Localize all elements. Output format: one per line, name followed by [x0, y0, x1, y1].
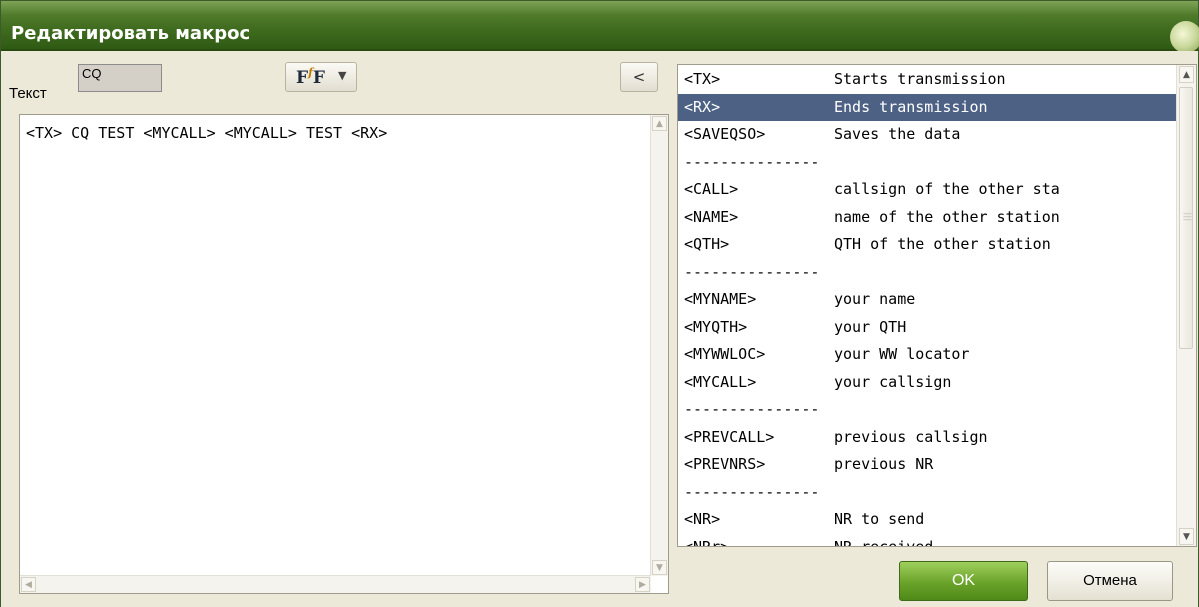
dialog-title: Редактировать макрос [11, 23, 251, 44]
list-item-tag: <MYCALL> [684, 372, 757, 391]
list-item[interactable]: <RX> Ends transmission [678, 93, 1178, 121]
list-item-tag: <NR> [684, 510, 721, 528]
scroll-up-icon[interactable]: ▲ [652, 116, 667, 131]
list-item[interactable]: <MYQTH> your QTH [678, 314, 1178, 342]
list-item-description: previous NR [834, 455, 934, 473]
list-item[interactable]: --------------- [678, 149, 1178, 177]
list-item[interactable]: <NR> NR to send [678, 506, 1178, 534]
list-item-tag: <RX> [684, 97, 721, 116]
grip-icon: — — — [1183, 209, 1192, 225]
list-item-tag: <PREVNRS> [684, 455, 766, 473]
list-item[interactable]: <TX> Starts transmission [678, 66, 1178, 94]
scroll-up-icon[interactable]: ▲ [1179, 66, 1194, 83]
list-item-description: your QTH [834, 317, 907, 336]
ok-button[interactable]: OK [899, 561, 1028, 601]
list-item[interactable]: <SAVEQSO> Saves the data [678, 121, 1178, 149]
macro-tag-list[interactable]: <TX> Starts transmission <RX> Ends transmis… [677, 64, 1197, 547]
list-item-tag: --------------- [684, 152, 820, 171]
font-style-button[interactable]: FfF ▼ [285, 62, 357, 92]
list-item-tag: <NRr> [684, 537, 730, 547]
font-style-icon: FfF [296, 66, 325, 88]
list-item[interactable]: <PREVNRS> previous NR [678, 451, 1178, 479]
list-item[interactable]: <NAME> name of the other station [678, 204, 1178, 232]
list-item-tag: <PREVCALL> [684, 427, 775, 446]
list-item[interactable]: --------------- [678, 479, 1178, 507]
list-item-description: your callsign [834, 372, 952, 391]
list-item-tag: <MYQTH> [684, 317, 748, 336]
scroll-down-icon[interactable]: ▼ [1179, 528, 1194, 545]
list-item[interactable]: <MYWWLOC> your WW locator [678, 341, 1178, 369]
chevron-down-icon: ▼ [338, 69, 347, 82]
scroll-down-icon[interactable]: ▼ [652, 560, 667, 575]
scroll-right-icon[interactable]: ▶ [635, 577, 650, 592]
list-item-tag: --------------- [684, 262, 820, 281]
list-item-description: NR to send [834, 510, 925, 528]
list-vertical-scrollbar[interactable]: ▲ — — — ▼ [1176, 65, 1196, 546]
list-item-description: previous callsign [834, 427, 988, 446]
cancel-button[interactable]: Отмена [1047, 561, 1173, 601]
list-item-tag: <CALL> [684, 180, 739, 198]
macro-tag-items: <TX> Starts transmission <RX> Ends transmis… [678, 66, 1178, 547]
list-item-description: your WW locator [834, 345, 970, 363]
macro-text-editor[interactable]: <TX> CQ TEST <MYCALL> <MYCALL> TEST <RX>… [19, 114, 669, 594]
list-item-tag: --------------- [684, 400, 820, 418]
list-item-tag: <QTH> [684, 235, 730, 253]
list-item[interactable]: <CALL> callsign of the other sta [678, 176, 1178, 204]
list-item[interactable]: <PREVCALL> previous callsign [678, 424, 1178, 452]
list-item[interactable]: --------------- [678, 259, 1178, 287]
list-item-tag: <TX> [684, 70, 721, 88]
list-item[interactable]: --------------- [678, 396, 1178, 424]
title-bar[interactable]: Редактировать макрос [1, 1, 1199, 53]
list-item-tag: <SAVEQSO> [684, 125, 766, 143]
list-item-tag: <MYWWLOC> [684, 345, 766, 363]
list-item-description: QTH of the other station [834, 235, 1051, 253]
list-item-description: Starts transmission [834, 70, 1006, 88]
list-item-description: callsign of the other sta [834, 180, 1060, 198]
macro-editor-dialog: Редактировать макрос Текст CQ FfF ▼ < <T… [0, 0, 1199, 607]
list-item-description: your name [834, 290, 916, 308]
list-item-tag: <MYNAME> [684, 290, 757, 308]
text-input[interactable]: CQ [78, 64, 162, 92]
list-item[interactable]: <MYNAME> your name [678, 286, 1178, 314]
list-item-tag: <NAME> [684, 207, 739, 226]
editor-vertical-scrollbar[interactable]: ▲ ▼ [650, 115, 668, 576]
list-item-description: name of the other station [834, 207, 1060, 226]
text-label: Текст [9, 85, 47, 102]
list-item[interactable]: <NRr> NR received [678, 534, 1178, 547]
editor-horizontal-scrollbar[interactable]: ◀ ▶ [20, 575, 651, 593]
list-item-tag: --------------- [684, 482, 820, 501]
collapse-panel-button[interactable]: < [620, 62, 658, 92]
list-item[interactable]: <MYCALL> your callsign [678, 369, 1178, 397]
scrollbar-thumb[interactable]: — — — [1179, 87, 1193, 349]
window-corner-icon [1170, 21, 1199, 53]
list-item-description: NR received [834, 537, 934, 547]
list-item-description: Saves the data [834, 125, 961, 143]
scroll-left-icon[interactable]: ◀ [21, 577, 36, 592]
dialog-body: Текст CQ FfF ▼ < <TX> CQ TEST <MYCALL> <… [1, 51, 1198, 607]
editor-content[interactable]: <TX> CQ TEST <MYCALL> <MYCALL> TEST <RX> [26, 124, 387, 142]
list-item[interactable]: <QTH> QTH of the other station [678, 231, 1178, 259]
list-item-description: Ends transmission [834, 97, 988, 116]
